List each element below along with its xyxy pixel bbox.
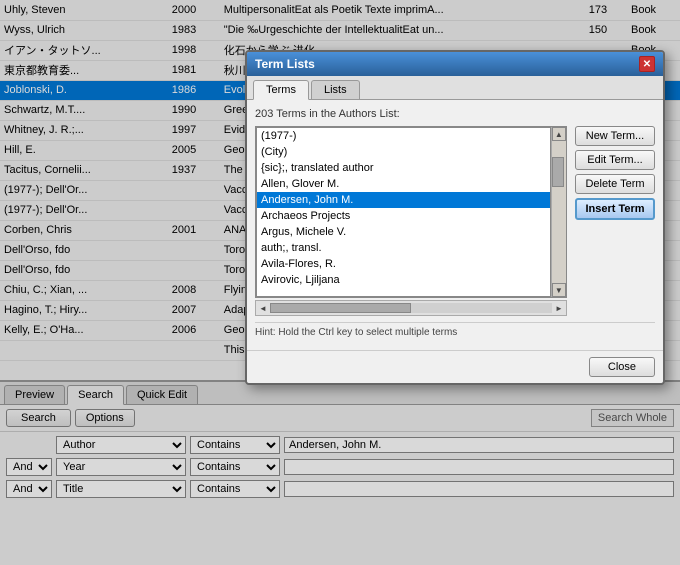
edit-term-button[interactable]: Edit Term... — [575, 150, 655, 170]
term-list-item[interactable]: Allen, Glover M. — [257, 176, 550, 192]
scroll-left-arrow[interactable]: ◄ — [256, 304, 270, 313]
dialog-tabs: Terms Lists — [247, 76, 663, 100]
terms-listbox[interactable]: (1977-)(City){sic};, translated authorAl… — [256, 127, 551, 297]
term-list-item[interactable]: auth;, transl. — [257, 240, 550, 256]
dialog-list-area: (1977-)(City){sic};, translated authorAl… — [255, 126, 655, 316]
terms-listbox-wrap: (1977-)(City){sic};, translated authorAl… — [255, 126, 567, 316]
dialog-close-button[interactable]: ✕ — [639, 56, 655, 72]
scroll-up-arrow[interactable]: ▲ — [552, 127, 566, 141]
dialog-title: Term Lists — [255, 57, 315, 71]
term-list-item[interactable]: (1977-) — [257, 128, 550, 144]
scroll-right-arrow[interactable]: ► — [552, 304, 566, 313]
dialog-tab-lists[interactable]: Lists — [311, 80, 360, 99]
scroll-track — [552, 141, 566, 283]
term-list-item[interactable]: (City) — [257, 144, 550, 160]
horizontal-scrollbar[interactable]: ◄ ► — [255, 300, 567, 316]
term-list-item[interactable]: Archaeos Projects — [257, 208, 550, 224]
scroll-thumb[interactable] — [552, 157, 564, 187]
vertical-scrollbar[interactable]: ▲ ▼ — [551, 127, 566, 297]
dialog-info-text: 203 Terms in the Authors List: — [255, 108, 655, 120]
term-list-item[interactable]: {sic};, translated author — [257, 160, 550, 176]
dialog-footer: Close — [247, 350, 663, 383]
term-list-item[interactable]: Argus, Michele V. — [257, 224, 550, 240]
dialog-body: 203 Terms in the Authors List: (1977-)(C… — [247, 100, 663, 350]
close-button[interactable]: Close — [589, 357, 655, 377]
term-list-item[interactable]: Andersen, John M. — [257, 192, 550, 208]
h-scroll-thumb[interactable] — [270, 303, 411, 313]
term-list-item[interactable]: Avirovic, Ljiljana — [257, 272, 550, 288]
scroll-down-arrow[interactable]: ▼ — [552, 283, 566, 297]
delete-term-button[interactable]: Delete Term — [575, 174, 655, 194]
term-list-item[interactable]: Avila-Flores, R. — [257, 256, 550, 272]
hint-text: Hint: Hold the Ctrl key to select multip… — [255, 322, 655, 342]
dialog-action-buttons: New Term... Edit Term... Delete Term Ins… — [575, 126, 655, 316]
new-term-button[interactable]: New Term... — [575, 126, 655, 146]
h-scroll-track — [270, 303, 552, 313]
dialog-tab-terms[interactable]: Terms — [253, 80, 309, 100]
insert-term-button[interactable]: Insert Term — [575, 198, 655, 220]
term-lists-dialog: Term Lists ✕ Terms Lists 203 Terms in th… — [245, 50, 665, 385]
dialog-titlebar: Term Lists ✕ — [247, 52, 663, 76]
